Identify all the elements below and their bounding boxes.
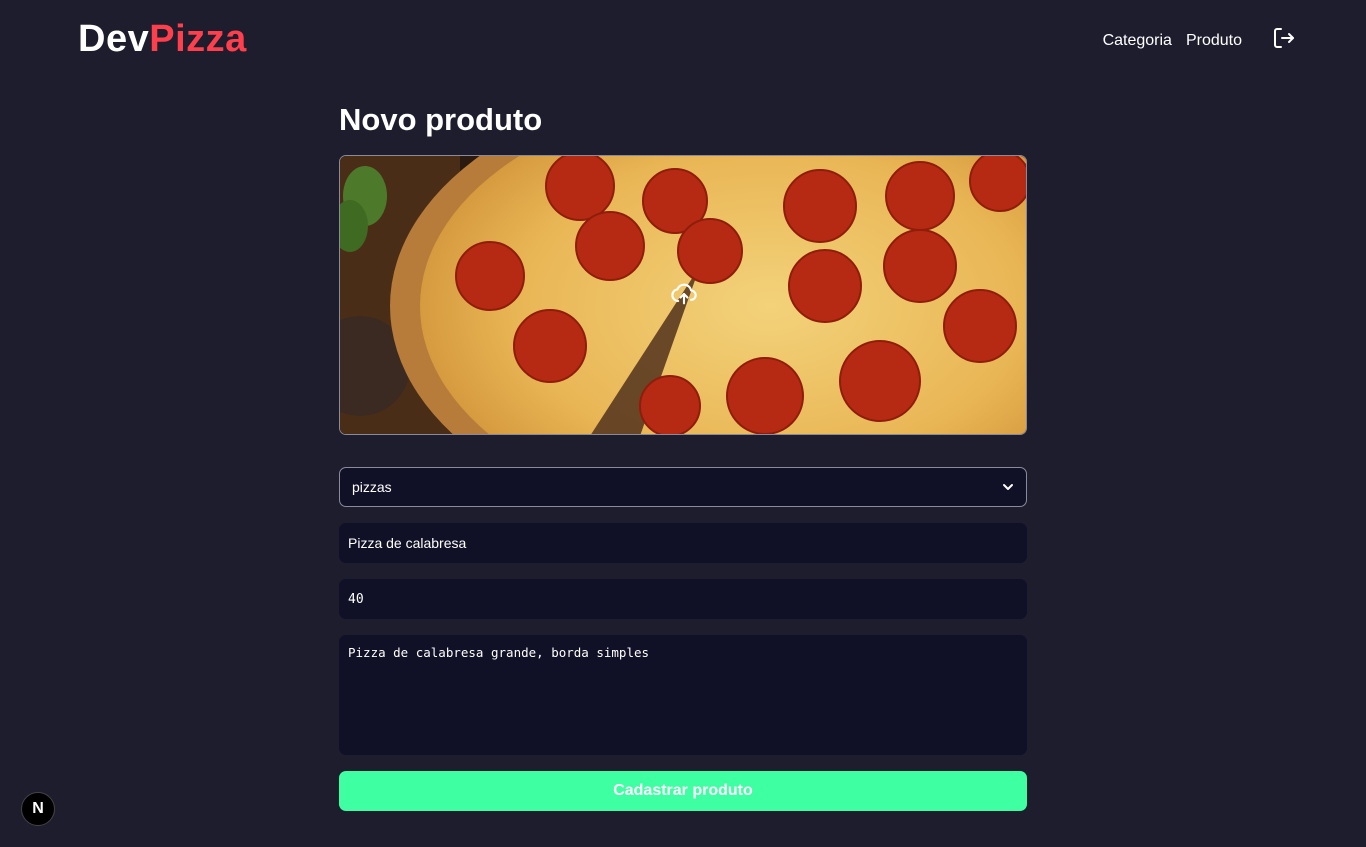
product-description-textarea[interactable]: Pizza de calabresa grande, borda simples — [339, 635, 1027, 755]
product-name-value: Pizza de calabresa — [348, 535, 467, 551]
category-select[interactable]: pizzas — [339, 467, 1027, 507]
logo-dev-text: Dev — [78, 18, 150, 60]
image-upload[interactable] — [339, 155, 1027, 435]
submit-product-button[interactable]: Cadastrar produto — [339, 771, 1027, 811]
logout-icon[interactable] — [1272, 26, 1296, 50]
app-header: DevPizza Categoria Produto — [0, 0, 1366, 80]
product-price-value: 40 — [348, 591, 364, 607]
product-form: Novo produto pizzas Pizza de calabresa 4… — [339, 100, 1027, 811]
nextjs-dev-badge[interactable]: N — [21, 792, 55, 826]
nav-link-produto[interactable]: Produto — [1186, 32, 1242, 50]
logo[interactable]: DevPizza — [78, 16, 247, 62]
page-title: Novo produto — [339, 102, 543, 137]
logo-pizza-text: Pizza — [149, 18, 247, 60]
chevron-down-icon — [1003, 484, 1013, 490]
product-description-value: Pizza de calabresa grande, borda simples — [348, 645, 650, 660]
main-nav: Categoria Produto — [1103, 26, 1296, 56]
cloud-upload-icon[interactable] — [670, 280, 698, 308]
category-select-value: pizzas — [352, 479, 392, 495]
nav-link-categoria[interactable]: Categoria — [1103, 32, 1172, 50]
product-name-input[interactable]: Pizza de calabresa — [339, 523, 1027, 563]
product-price-input[interactable]: 40 — [339, 579, 1027, 619]
